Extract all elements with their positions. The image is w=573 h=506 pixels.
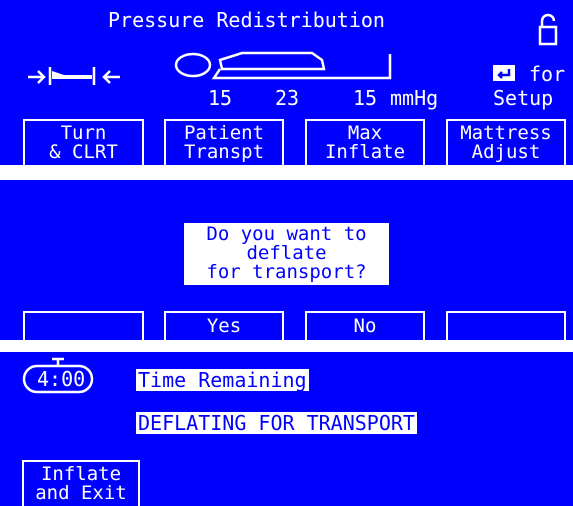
setup-hint-setup: Setup (493, 86, 554, 110)
deflate-prompt: Do you want to deflate for transport? (184, 223, 389, 285)
enter-key-icon (493, 65, 515, 81)
deflate-confirmation-screen: Do you want to deflate for transport? Ye… (0, 180, 573, 340)
softkey-label: Transpt (183, 141, 265, 163)
pressure-value-head: 15 (208, 86, 233, 110)
pressure-unit: mmHg (390, 86, 439, 110)
time-remaining-value: 4:00 (37, 367, 86, 391)
patient-on-mattress-icon (174, 51, 392, 80)
pressure-redistribution-screen: Pressure Redistribution 15 23 15 mmHg fo… (0, 0, 573, 165)
no-button[interactable]: No (305, 311, 425, 340)
softkey-label: Yes (206, 315, 242, 337)
softkey-label: Inflate (324, 141, 406, 163)
head-angle-icon (28, 67, 120, 85)
padlock-icon (538, 13, 558, 46)
patient-transport-button[interactable]: Patient Transpt (164, 119, 284, 165)
time-remaining-label: Time Remaining (136, 368, 309, 392)
softkey-label: Adjust (471, 141, 541, 163)
blank-softkey-left[interactable] (23, 311, 144, 340)
blank-softkey-right[interactable] (446, 311, 566, 340)
mattress-adjust-button[interactable]: Mattress Adjust (446, 119, 566, 165)
setup-hint-for: for (529, 62, 566, 86)
softkey-label: No (353, 315, 377, 337)
prompt-line: for transport? (206, 261, 367, 283)
inflate-and-exit-button[interactable]: Inflate and Exit (22, 460, 140, 506)
pressure-value-legs: 15 (353, 86, 378, 110)
turn-clrt-button[interactable]: Turn & CLRT (23, 119, 144, 165)
yes-button[interactable]: Yes (164, 311, 284, 340)
deflating-status: DEFLATING FOR TRANSPORT (136, 411, 417, 435)
screen-title: Pressure Redistribution (108, 8, 385, 32)
max-inflate-button[interactable]: Max Inflate (305, 119, 425, 165)
softkey-label: & CLRT (49, 141, 118, 163)
softkey-label: and Exit (35, 482, 127, 504)
deflating-screen: 4:00 Time Remaining DEFLATING FOR TRANSP… (0, 352, 573, 506)
pressure-value-torso: 23 (275, 86, 300, 110)
